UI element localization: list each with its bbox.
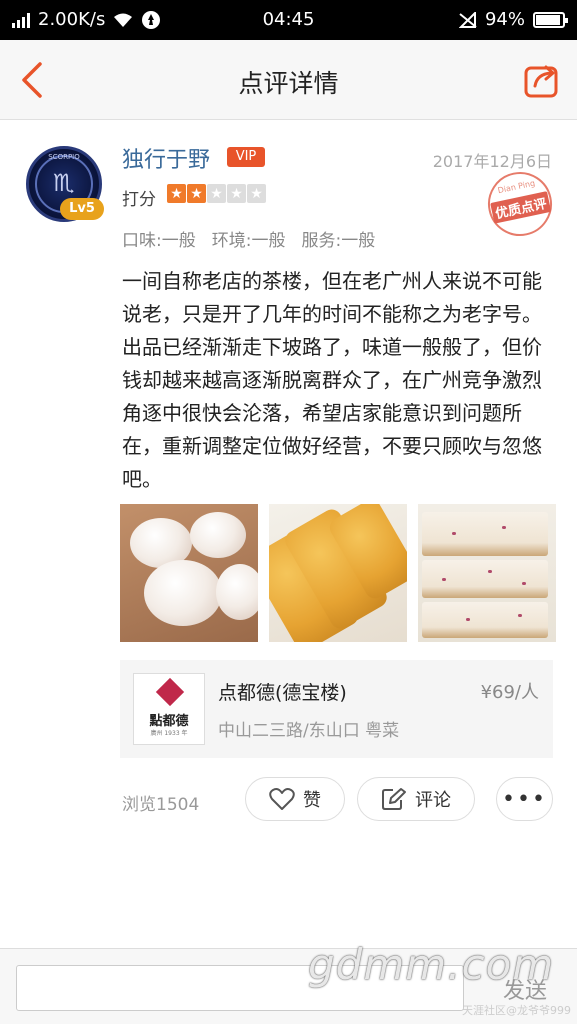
view-count: 浏览1504 — [122, 795, 200, 815]
like-label: 赞 — [303, 790, 321, 811]
more-button[interactable]: ••• — [496, 777, 553, 821]
star-icon: ★ — [187, 184, 206, 203]
shop-price: ¥69/人 — [480, 682, 539, 703]
review-date: 2017年12月6日 — [432, 152, 552, 171]
edit-comment-icon — [382, 788, 406, 810]
page-title: 点评详情 — [238, 69, 339, 98]
photo-pastry[interactable] — [269, 504, 407, 642]
status-bar: 2.00K/s 04:45 94% — [0, 0, 577, 40]
nav-bar: 点评详情 — [0, 40, 577, 120]
avatar-text: SCORPIO — [48, 153, 80, 161]
score-label: 打分 — [122, 190, 156, 210]
sub-scores: 口味:一般 环境:一般 服务:一般 — [122, 226, 375, 251]
comment-button[interactable]: 评论 — [357, 777, 475, 821]
shop-address: 中山二三路/东山口 粤菜 — [218, 721, 400, 741]
review-text: 一间自称老店的茶楼，但在老广州人来说不可能说老，只是开了几年的时间不能称之为老字… — [122, 269, 542, 491]
star-icon: ★ — [167, 184, 186, 203]
no-signal-icon — [458, 11, 477, 28]
forum-watermark: 天涯社区@龙爷爷999 — [462, 1004, 571, 1017]
service-score: 服务:一般 — [301, 231, 376, 251]
photo-turnip-cake[interactable] — [418, 504, 556, 642]
scorpion-icon: ♏ — [53, 169, 75, 197]
heart-icon — [269, 788, 295, 810]
star-icon: ★ — [207, 184, 226, 203]
photo-shrimp-dumplings[interactable] — [120, 504, 258, 642]
taste-score: 口味:一般 — [122, 231, 196, 251]
quality-review-stamp: Dian Ping 优质点评 — [482, 166, 558, 242]
comment-label: 评论 — [415, 790, 451, 811]
vip-badge: VIP — [227, 147, 265, 167]
shop-card[interactable]: 點都德 廣州 1933 年 点都德(德宝楼) ¥69/人 中山二三路/东山口 粤… — [120, 660, 553, 758]
rating-stars: ★ ★ ★ ★ ★ — [167, 184, 266, 203]
battery-percent: 94% — [484, 9, 525, 30]
environment-score: 环境:一般 — [211, 231, 286, 251]
level-badge: Lv5 — [60, 198, 104, 220]
photo-grid — [120, 504, 556, 642]
shop-logo: 點都德 廣州 1933 年 — [133, 673, 205, 745]
star-icon: ★ — [227, 184, 246, 203]
username[interactable]: 独行于野 — [122, 142, 210, 174]
like-button[interactable]: 赞 — [245, 777, 345, 821]
star-icon: ★ — [247, 184, 266, 203]
shop-name: 点都德(德宝楼) — [218, 682, 347, 704]
site-watermark: gdmm.com — [308, 940, 555, 989]
share-icon[interactable] — [523, 60, 563, 100]
battery-icon — [533, 11, 568, 28]
